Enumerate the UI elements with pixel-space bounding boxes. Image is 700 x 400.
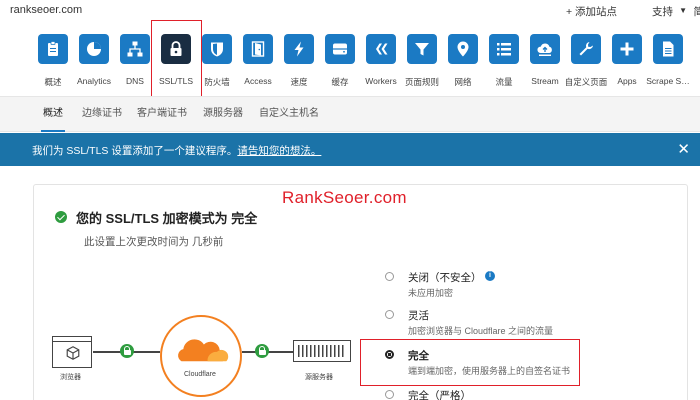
- door-icon: [243, 34, 273, 64]
- tab-overview[interactable]: 概述: [41, 97, 65, 132]
- tab-edge-certificates[interactable]: 边缘证书: [82, 97, 122, 131]
- lock-icon: [255, 344, 269, 358]
- wrench-icon: [571, 34, 601, 64]
- radio-off[interactable]: [385, 272, 394, 281]
- site-domain[interactable]: rankseoer.com: [10, 4, 82, 16]
- chevron-down-icon[interactable]: ▼: [679, 6, 687, 15]
- announcement-banner: 我们为 SSL/TLS 设置添加了一个建议程序。请告知您的想法。 ✕: [0, 133, 700, 166]
- network-icon: [120, 34, 150, 64]
- info-icon[interactable]: i: [485, 271, 495, 281]
- cloud-upload-icon: [530, 34, 560, 64]
- shield-icon: [202, 34, 232, 64]
- tab-client-certificates[interactable]: 客户端证书: [137, 97, 187, 131]
- filter-icon: [407, 34, 437, 64]
- workers-icon: [366, 34, 396, 64]
- location-pin-icon: [448, 34, 478, 64]
- browser-icon: [52, 336, 92, 368]
- card-subtitle: 此设置上次更改时间为 几秒前: [84, 236, 224, 248]
- option-title: 完全（严格）: [408, 390, 471, 400]
- cloudflare-cloud-icon: [178, 339, 229, 362]
- close-icon[interactable]: ✕: [677, 140, 690, 158]
- add-site-link[interactable]: + 添加站点: [566, 4, 617, 19]
- encryption-diagram: 浏览器 Cloudflare 源服务器: [40, 300, 360, 400]
- option-description: 加密浏览器与 Cloudflare 之间的流量: [408, 326, 554, 336]
- tab-origin-server[interactable]: 源服务器: [203, 97, 243, 131]
- list-icon: [489, 34, 519, 64]
- ssl-tls-highlight-annotation: [151, 20, 202, 98]
- language-menu[interactable]: 简: [694, 4, 700, 19]
- option-title: 关闭（不安全）: [408, 272, 482, 284]
- radio-full-strict[interactable]: [385, 390, 394, 399]
- card-title: 您的 SSL/TLS 加密模式为 完全: [76, 211, 258, 226]
- option-description: 未应用加密: [408, 288, 454, 298]
- server-icon: [293, 340, 351, 362]
- nav-item-scrape-shield[interactable]: Scrape S…: [641, 34, 695, 94]
- option-title: 灵活: [408, 310, 429, 322]
- app-nav: 概述 Analytics DNS SSL/TLS 防火墙 Access 速度 缓…: [0, 24, 700, 94]
- nav-label: Scrape S…: [646, 76, 690, 86]
- lock-icon: [120, 344, 134, 358]
- check-circle-icon: [55, 211, 67, 223]
- document-icon: [653, 34, 683, 64]
- feedback-link[interactable]: 请告知您的想法。: [237, 145, 321, 157]
- bolt-icon: [284, 34, 314, 64]
- clipboard-icon: [38, 34, 68, 64]
- tab-custom-hostnames[interactable]: 自定义主机名: [259, 97, 319, 131]
- browser-label: 浏览器: [60, 374, 81, 381]
- support-menu[interactable]: 支持: [652, 4, 673, 19]
- banner-message: 我们为 SSL/TLS 设置添加了一个建议程序。请告知您的想法。: [32, 143, 321, 158]
- cloudflare-node: Cloudflare: [160, 315, 242, 397]
- top-bar: rankseoer.com + 添加站点 支持 ▼ 简: [0, 0, 700, 24]
- banner-text: 我们为 SSL/TLS 设置添加了一个建议程序。: [32, 145, 238, 157]
- radio-flexible[interactable]: [385, 310, 394, 319]
- origin-server-label: 源服务器: [305, 374, 333, 381]
- plus-icon: [612, 34, 642, 64]
- watermark-text: RankSeoer.com: [282, 188, 407, 207]
- full-mode-highlight-annotation: [360, 339, 580, 386]
- sub-tabs: 概述 边缘证书 客户端证书 源服务器 自定义主机名: [0, 96, 700, 132]
- cloudflare-label: Cloudflare: [184, 371, 216, 378]
- drive-icon: [325, 34, 355, 64]
- pie-chart-icon: [79, 34, 109, 64]
